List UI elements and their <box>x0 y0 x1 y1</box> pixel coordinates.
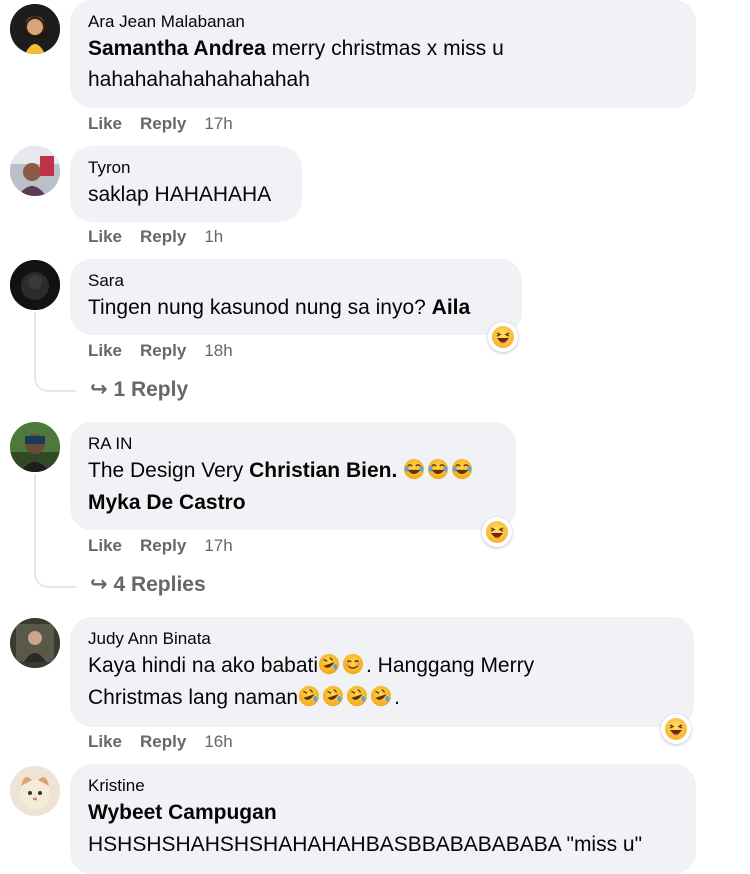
comment-text: Tingen nung kasunod nung sa inyo? Aila <box>88 296 471 319</box>
rofl-emoji-icon <box>347 685 368 707</box>
avatar[interactable] <box>10 422 60 472</box>
comment-actions: Like Reply 18h <box>88 341 233 361</box>
reply-button[interactable]: Reply <box>140 536 186 556</box>
comment-author[interactable]: Kristine <box>88 775 678 797</box>
avatar[interactable] <box>10 766 60 816</box>
mention[interactable]: Samantha Andrea <box>88 37 266 60</box>
comment-bubble: Judy Ann Binata Kaya hindi na ako babati… <box>70 617 694 727</box>
avatar[interactable] <box>10 618 60 668</box>
laughing-emoji-icon <box>452 458 473 480</box>
mention[interactable]: Christian Bien. <box>249 459 397 482</box>
reply-connector <box>34 362 76 392</box>
comment-bubble: Kristine Wybeet Campugan HSHSHSHAHSHSHAH… <box>70 764 696 874</box>
comment-text: saklap HAHAHAHA <box>88 183 272 206</box>
laughing-emoji-icon <box>428 458 449 480</box>
mention[interactable]: Aila <box>432 296 471 319</box>
avatar[interactable] <box>10 146 60 196</box>
rofl-emoji-icon <box>371 685 392 707</box>
avatar[interactable] <box>10 4 60 54</box>
haha-icon[interactable] <box>488 322 518 352</box>
comment-text: HSHSHSHAHSHSHAHAHAHBASBBABABABABA "miss … <box>88 833 643 856</box>
reply-button[interactable]: Reply <box>140 732 186 752</box>
avatar[interactable] <box>10 260 60 310</box>
comment-author[interactable]: Tyron <box>88 157 284 179</box>
like-button[interactable]: Like <box>88 732 122 752</box>
comment-actions: Like Reply 1h <box>88 227 223 247</box>
comment-bubble: Sara Tingen nung kasunod nung sa inyo? A… <box>70 259 522 335</box>
comment-text-line2: Christmas lang naman. <box>88 685 400 709</box>
comment-actions: Like Reply 17h <box>88 114 233 134</box>
comment-actions: Like Reply 17h <box>88 536 233 556</box>
laughing-emoji-icon <box>404 458 425 480</box>
haha-icon[interactable] <box>482 517 512 547</box>
rofl-emoji-icon <box>318 653 340 675</box>
timestamp[interactable]: 17h <box>204 536 232 556</box>
comment-text: Samantha Andrea merry christmas x miss u <box>88 37 504 60</box>
comment-actions: Like Reply 16h <box>88 732 233 752</box>
comment-author[interactable]: RA IN <box>88 433 498 455</box>
mention[interactable]: Wybeet Campugan <box>88 797 678 829</box>
like-button[interactable]: Like <box>88 536 122 556</box>
reply-button[interactable]: Reply <box>140 114 186 134</box>
timestamp[interactable]: 17h <box>204 114 232 134</box>
view-replies-link[interactable]: ↪ 1 Reply <box>90 377 188 402</box>
rofl-emoji-icon <box>323 685 344 707</box>
like-button[interactable]: Like <box>88 341 122 361</box>
haha-icon[interactable] <box>661 714 691 744</box>
reply-arrow-icon: ↪ <box>90 573 108 596</box>
timestamp[interactable]: 1h <box>204 227 223 247</box>
reply-button[interactable]: Reply <box>140 227 186 247</box>
rofl-emoji-icon <box>299 685 320 707</box>
reply-button[interactable]: Reply <box>140 341 186 361</box>
comment-bubble: Tyron saklap HAHAHAHA <box>70 146 302 222</box>
smiling-emoji-icon <box>342 653 364 675</box>
reply-connector <box>34 558 76 588</box>
mention[interactable]: Myka De Castro <box>88 487 498 519</box>
timestamp[interactable]: 16h <box>204 732 232 752</box>
like-button[interactable]: Like <box>88 227 122 247</box>
comment-text: Kaya hindi na ako babati. Hanggang Merry <box>88 653 535 677</box>
comment-text-line2: hahahahahahahahahah <box>88 68 310 91</box>
comment-bubble: Ara Jean Malabanan Samantha Andrea merry… <box>70 0 696 108</box>
like-button[interactable]: Like <box>88 114 122 134</box>
view-replies-link[interactable]: ↪ 4 Replies <box>90 572 206 597</box>
comment-text: The Design Very Christian Bien. <box>88 455 498 487</box>
comment-author[interactable]: Ara Jean Malabanan <box>88 11 678 33</box>
timestamp[interactable]: 18h <box>204 341 232 361</box>
comment-author[interactable]: Sara <box>88 270 504 292</box>
reply-arrow-icon: ↪ <box>90 378 108 401</box>
comment-bubble: RA IN The Design Very Christian Bien. My… <box>70 422 516 530</box>
comment-author[interactable]: Judy Ann Binata <box>88 628 676 650</box>
